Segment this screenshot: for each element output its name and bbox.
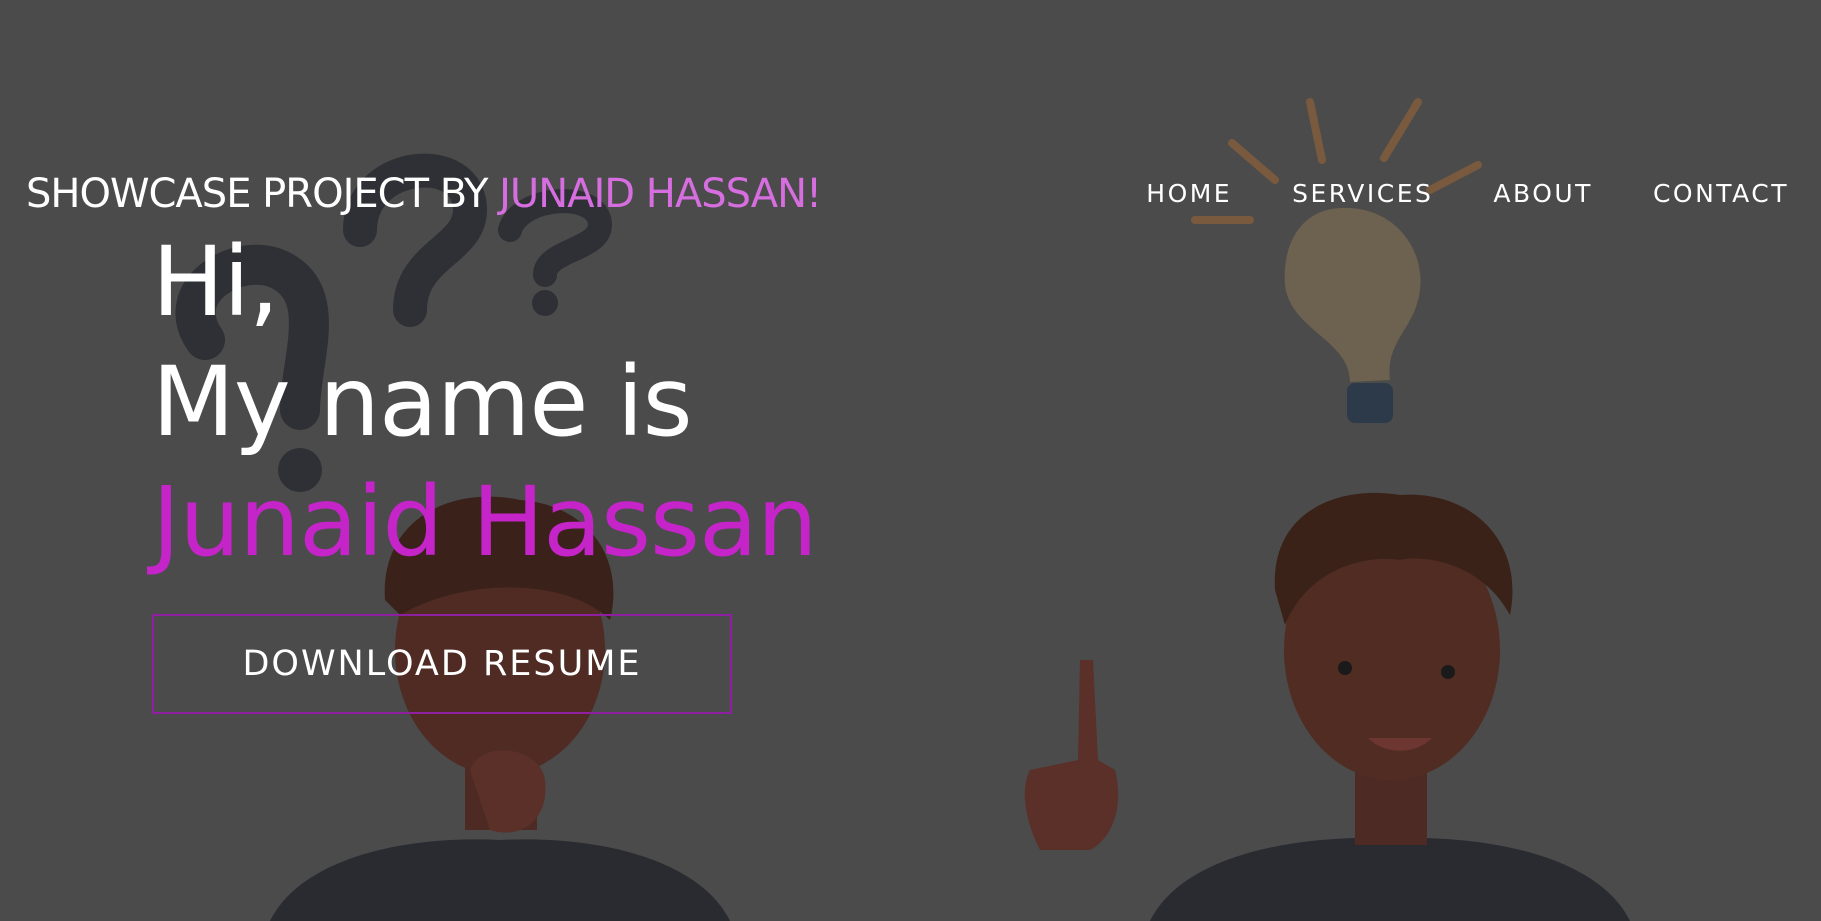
main-nav: HOME SERVICES ABOUT CONTACT	[1146, 176, 1789, 212]
logo-prefix: SHOWCASE PROJECT BY	[26, 171, 500, 217]
nav-home-link[interactable]: HOME	[1146, 176, 1232, 212]
hero-intro: My name is	[152, 346, 693, 458]
nav-about-link[interactable]: ABOUT	[1493, 176, 1593, 212]
logo-accent-name: JUNAID HASSAN!	[499, 171, 822, 217]
hero-headline: Hi, My name is Junaid Hassan	[152, 222, 818, 582]
download-resume-button[interactable]: DOWNLOAD RESUME	[152, 614, 732, 714]
site-logo[interactable]: SHOWCASE PROJECT BY JUNAID HASSAN!	[26, 166, 822, 222]
hero-greeting: Hi,	[152, 226, 279, 338]
nav-services-link[interactable]: SERVICES	[1292, 176, 1433, 212]
hero-section: SHOWCASE PROJECT BY JUNAID HASSAN! HOME …	[0, 0, 1821, 921]
hero-name: Junaid Hassan	[152, 466, 818, 578]
nav-contact-link[interactable]: CONTACT	[1653, 176, 1789, 212]
